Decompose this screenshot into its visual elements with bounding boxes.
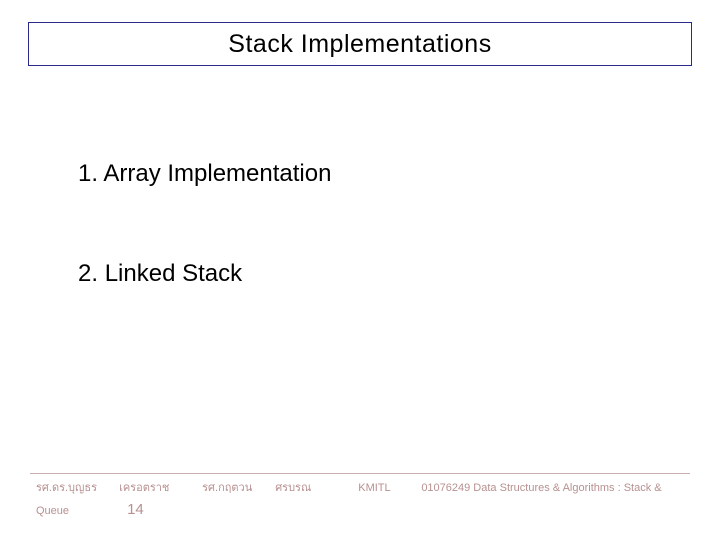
- footer-row: รศ.ดร.บุญธร เครอตราช รศ.กฤตวน ศรบรณ KMIT…: [0, 480, 720, 498]
- footer-course: 01076249 Data Structures & Algorithms : …: [421, 480, 661, 498]
- footer-institution: KMITL: [358, 480, 418, 498]
- title-box: Stack Implementations: [28, 22, 692, 66]
- item-text: Array Implementation: [103, 160, 331, 187]
- footer-name: ศรบรณ: [275, 480, 355, 498]
- content-area: 1. Array Implementation 2. Linked Stack: [78, 160, 680, 360]
- slide-title: Stack Implementations: [228, 30, 491, 59]
- page-number: 14: [119, 498, 144, 522]
- item-number: 1.: [78, 160, 98, 187]
- footer-name: รศ.กฤตวน: [202, 480, 272, 498]
- footer-queue: Queue: [36, 503, 116, 521]
- item-text: Linked Stack: [105, 260, 242, 287]
- footer: รศ.ดร.บุญธร เครอตราช รศ.กฤตวน ศรบรณ KMIT…: [0, 473, 720, 522]
- footer-row: Queue 14: [0, 498, 720, 522]
- list-item: 1. Array Implementation: [78, 160, 680, 188]
- footer-divider: [30, 473, 690, 474]
- list-item: 2. Linked Stack: [78, 260, 680, 288]
- footer-name: เครอตราช: [119, 480, 199, 498]
- item-number: 2.: [78, 260, 98, 287]
- footer-author: รศ.ดร.บุญธร: [36, 480, 116, 498]
